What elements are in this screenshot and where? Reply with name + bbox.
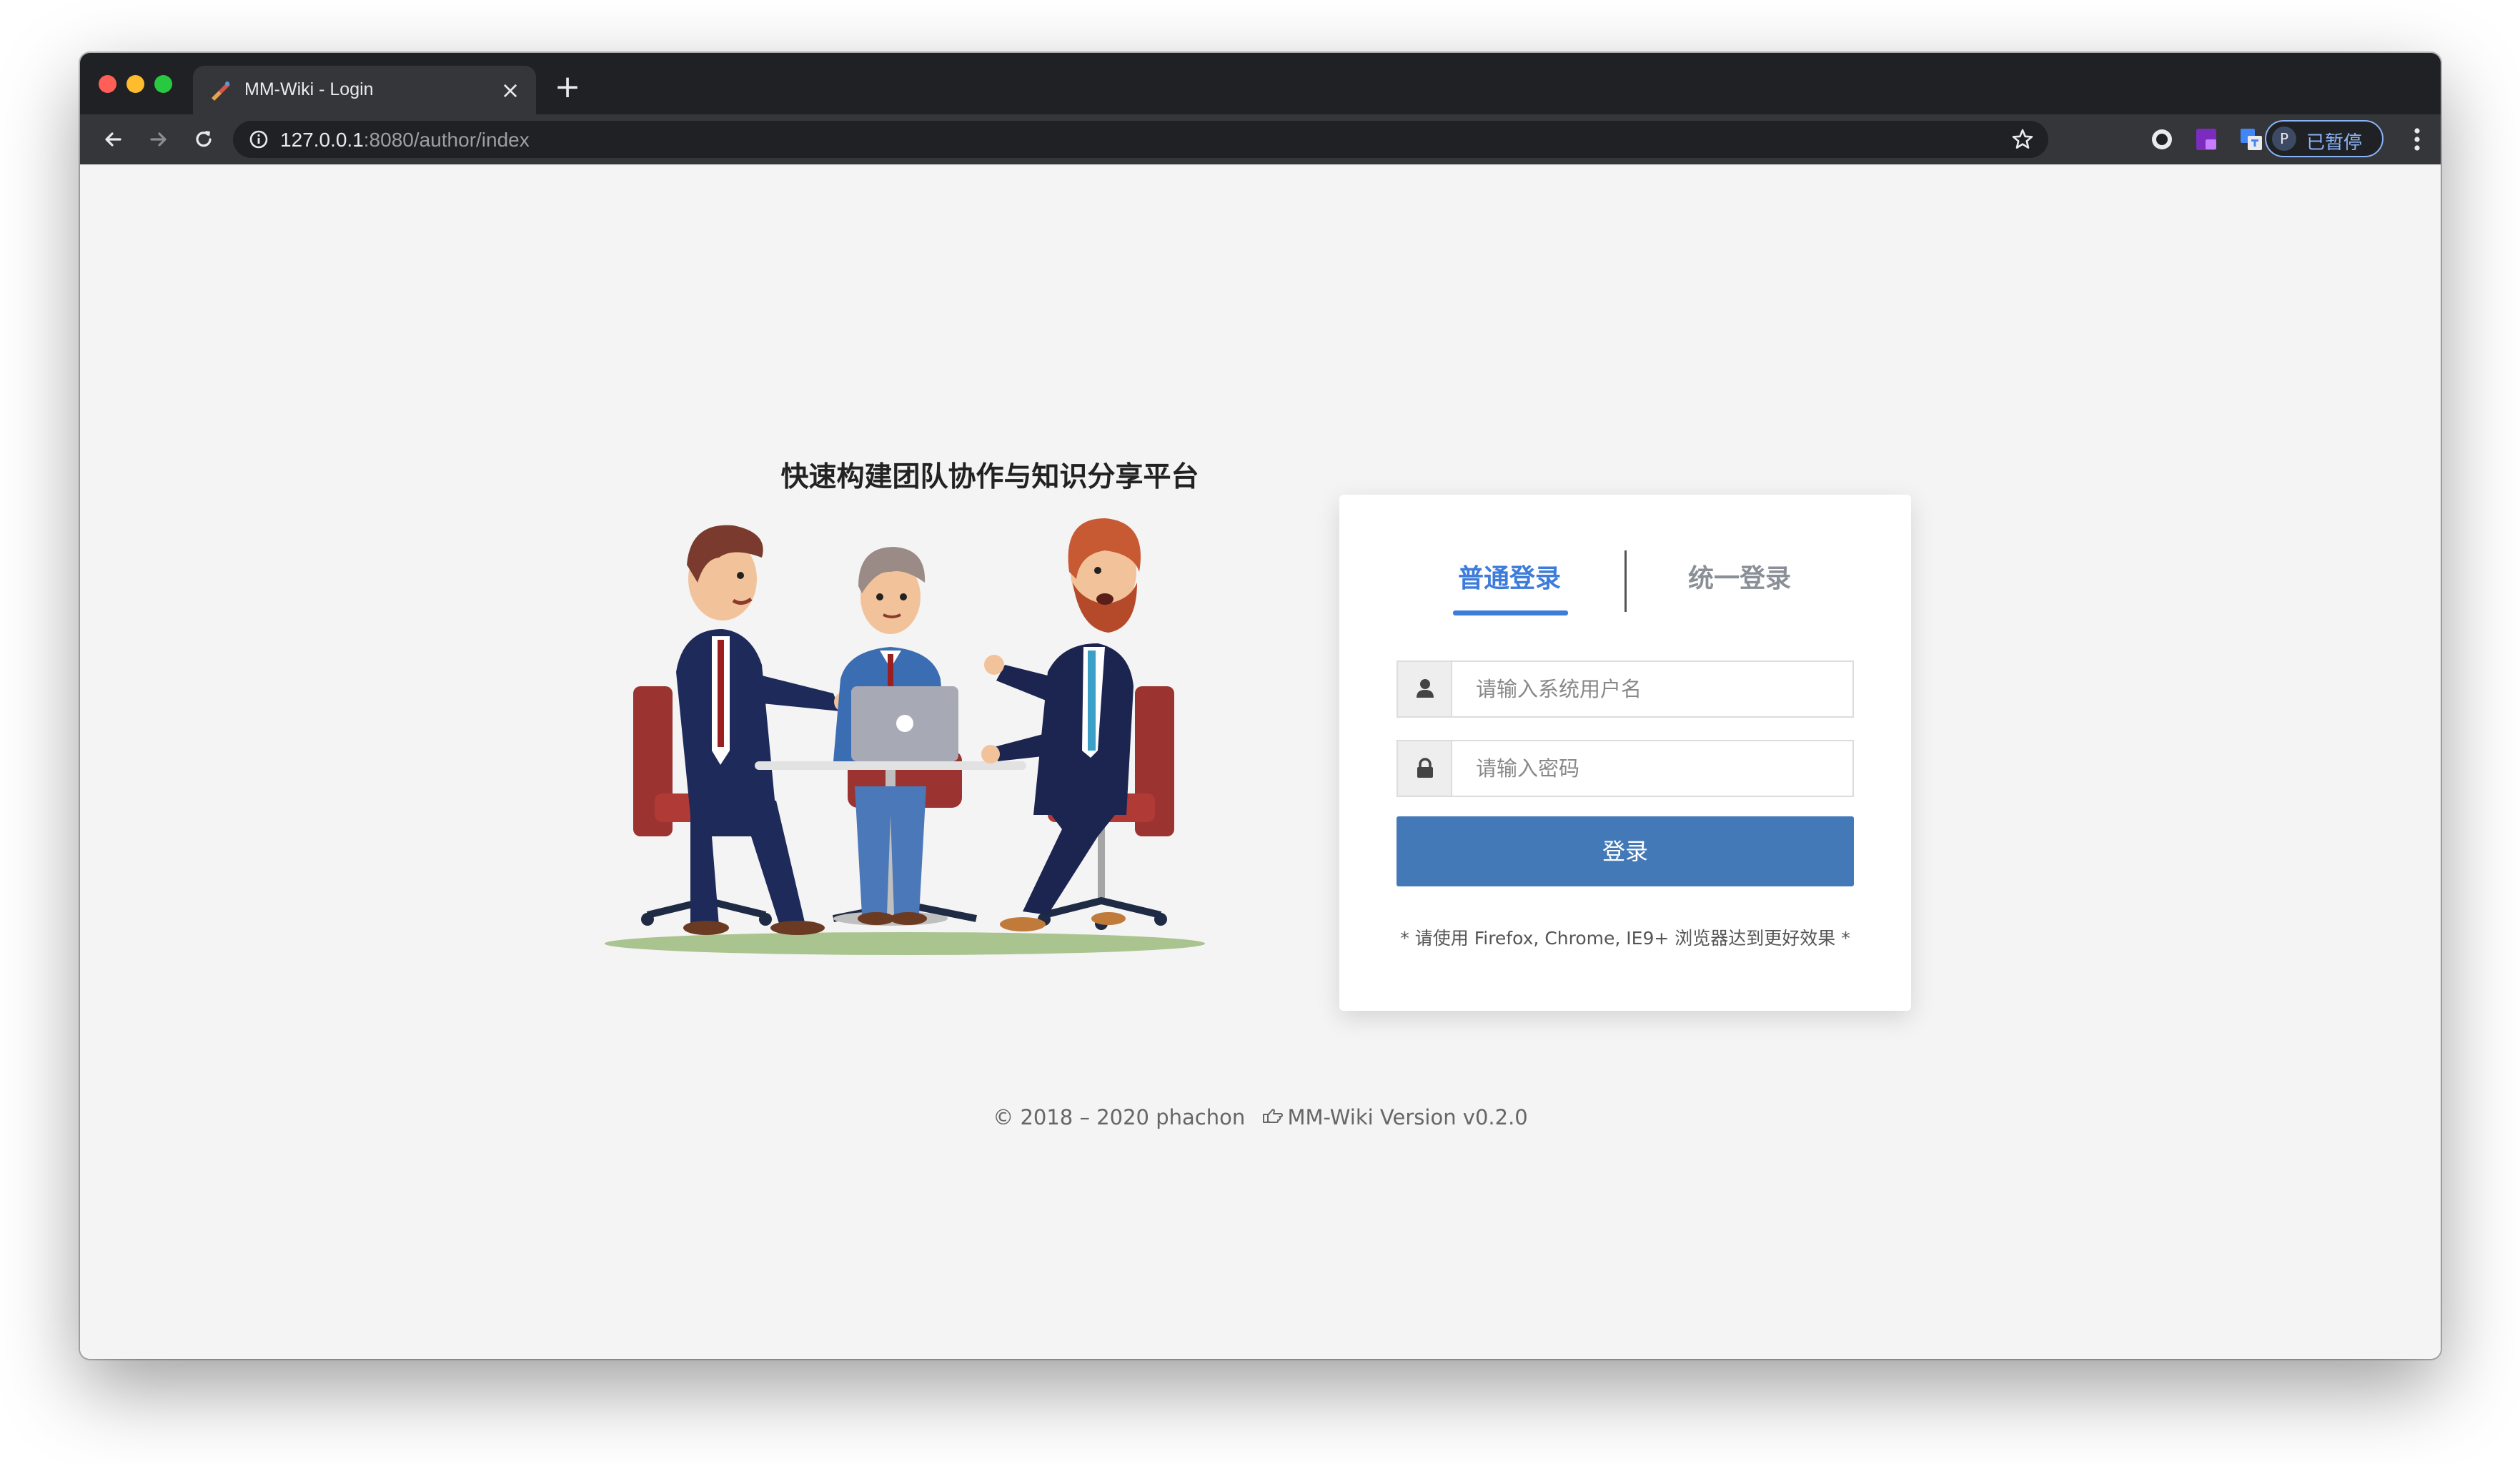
browser-toolbar: 127.0.0.1:8080/author/index P 已暂停 — [80, 114, 2441, 164]
browser-window: MM-Wiki - Login × + 127.0.0.1:8080/autho… — [80, 53, 2441, 1359]
login-card: 普通登录 统一登录 请输入系统用户名 登录 * 请使用 Firefox, Chr… — [1339, 495, 1911, 1011]
forward-button[interactable] — [142, 122, 176, 157]
info-icon[interactable] — [249, 129, 269, 149]
password-input[interactable] — [1452, 741, 1852, 796]
version-text: MM-Wiki Version v0.2.0 — [1287, 1105, 1528, 1129]
avatar: P — [2272, 127, 2296, 151]
username-addon — [1398, 662, 1452, 716]
more-menu-icon[interactable] — [2404, 124, 2430, 155]
browser-tab[interactable]: MM-Wiki - Login × — [193, 66, 536, 114]
new-tab-button[interactable]: + — [552, 71, 583, 103]
url-text[interactable]: 127.0.0.1:8080/author/index — [280, 129, 530, 152]
address-bar[interactable]: 127.0.0.1:8080/author/index — [233, 121, 2048, 158]
extension-translate-icon[interactable] — [2238, 127, 2264, 152]
maximize-window-button[interactable] — [154, 75, 172, 93]
reload-icon — [196, 131, 212, 147]
profile-button[interactable]: P 已暂停 — [2265, 120, 2383, 157]
url-path: :8080/author/index — [363, 129, 530, 151]
tab-normal-login[interactable]: 普通登录 — [1458, 558, 1561, 595]
user-icon — [1417, 679, 1434, 698]
username-field-group — [1397, 661, 1854, 718]
url-host: 127.0.0.1 — [280, 129, 364, 151]
forward-arrow-icon — [150, 132, 167, 147]
tab-title: MM-Wiki - Login — [244, 79, 374, 99]
tab-unified-login[interactable]: 统一登录 — [1688, 558, 1791, 595]
tab-bar: MM-Wiki - Login × + — [80, 53, 2441, 114]
login-button[interactable]: 登录 — [1397, 816, 1854, 886]
hand-pointer-icon — [1263, 1109, 1284, 1123]
close-window-button[interactable] — [99, 75, 116, 93]
page-footer: © 2018 – 2020 phachon MM-Wiki Version v0… — [80, 1105, 2441, 1129]
username-input[interactable] — [1452, 662, 1852, 716]
browser-recommendation-note: * 请使用 Firefox, Chrome, IE9+ 浏览器达到更好效果 * — [1400, 928, 1850, 949]
site-favicon-icon — [212, 81, 230, 101]
star-icon[interactable] — [2010, 127, 2035, 152]
active-tab-indicator — [1453, 610, 1568, 615]
extension-dark-reader-icon[interactable] — [2149, 127, 2175, 152]
laptop — [851, 686, 958, 761]
extension-purple-icon[interactable] — [2193, 127, 2219, 152]
back-arrow-icon — [105, 132, 121, 147]
back-button[interactable] — [96, 122, 130, 157]
slogan-heading: 快速构建团队协作与知识分享平台 — [780, 461, 1199, 493]
tab-divider — [1624, 550, 1627, 612]
reload-button[interactable] — [187, 122, 221, 157]
profile-status: 已暂停 — [2306, 132, 2363, 154]
team-meeting-illustration — [605, 518, 1205, 955]
person-left — [676, 525, 854, 935]
lock-icon — [1417, 758, 1433, 778]
password-field-group — [1397, 740, 1854, 797]
copyright-text: © 2018 – 2020 phachon — [993, 1105, 1246, 1129]
person-right — [981, 518, 1141, 931]
tab-close-icon[interactable]: × — [496, 76, 525, 104]
minimize-window-button[interactable] — [127, 75, 144, 93]
page-content: 快速构建团队协作与知识分享平台 普通登录 统一登录 请输入系统用户名 登录 * … — [80, 164, 2441, 1359]
password-addon — [1398, 741, 1452, 796]
